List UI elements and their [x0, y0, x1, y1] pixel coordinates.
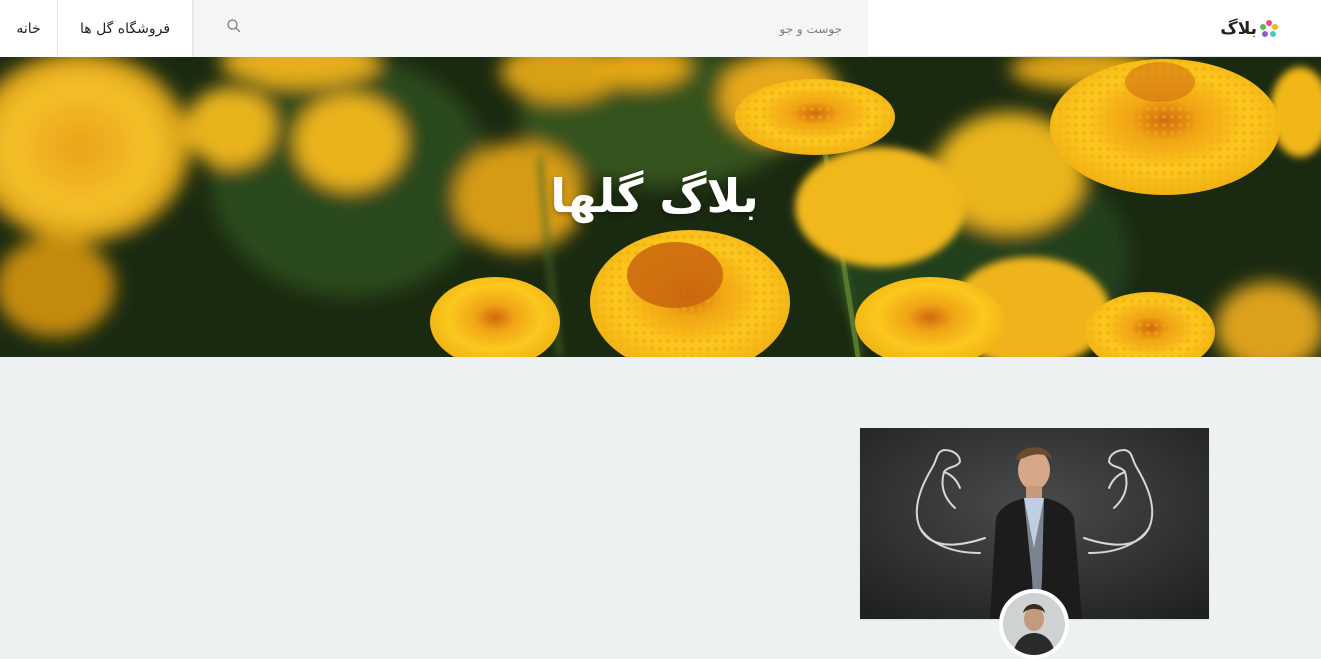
brand-name: بلاگ — [1220, 19, 1257, 39]
author-avatar-image — [1003, 593, 1065, 655]
search-bar — [193, 0, 868, 57]
top-navbar: بلاگ فروشگاه گل ها خانه — [0, 0, 1321, 57]
hero-banner: بلاگ گلها — [0, 57, 1321, 357]
nav-flower-shop[interactable]: فروشگاه گل ها — [57, 0, 193, 57]
flower-logo-icon — [1260, 20, 1278, 37]
nav-home[interactable]: خانه — [0, 0, 57, 57]
author-avatar[interactable] — [999, 589, 1069, 659]
search-icon[interactable] — [226, 18, 242, 34]
search-input[interactable] — [224, 0, 854, 57]
brand[interactable]: بلاگ — [1220, 14, 1279, 44]
hero-title: بلاگ گلها — [550, 169, 759, 223]
